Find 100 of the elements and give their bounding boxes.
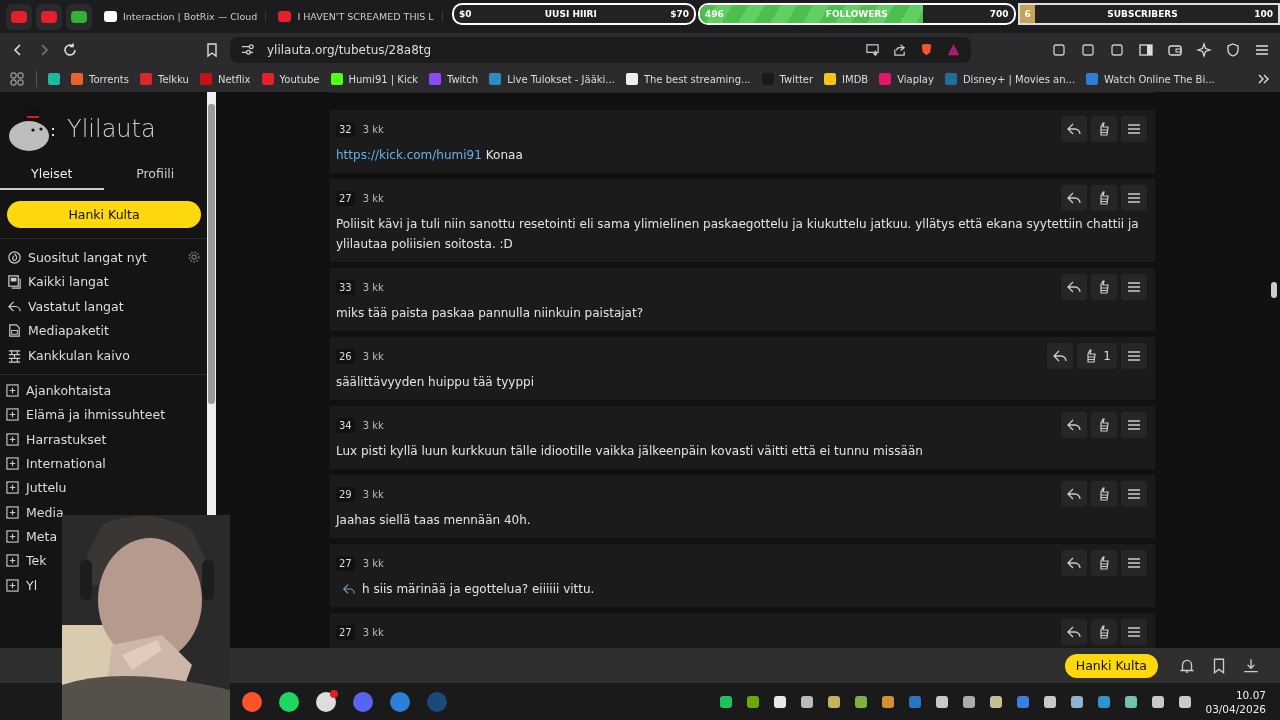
shield-icon[interactable] xyxy=(1225,41,1241,58)
upgrade-button[interactable]: Hanki Kulta xyxy=(1064,653,1158,678)
react-button[interactable]: 1 xyxy=(1077,343,1117,369)
bookmark-link[interactable]: Youtube xyxy=(261,73,320,85)
bookmark-link[interactable]: Disney+ | Movies an... xyxy=(944,73,1076,85)
expand-icon[interactable] xyxy=(6,578,19,592)
category-link[interactable]: Elämä ja ihmissuhteet xyxy=(26,407,166,423)
reply-link-icon[interactable] xyxy=(342,582,356,596)
pinned-tab[interactable] xyxy=(6,3,32,30)
tray-icon[interactable] xyxy=(990,695,1003,708)
tray-icon[interactable] xyxy=(882,695,895,708)
bookmark-link[interactable]: Viaplay xyxy=(879,73,934,85)
reply-button[interactable] xyxy=(1061,116,1087,142)
category-link[interactable]: Media xyxy=(26,504,64,520)
category-link[interactable]: International xyxy=(26,456,106,472)
tray-icon[interactable] xyxy=(747,695,760,708)
bookmark-link[interactable]: IMDB xyxy=(824,73,869,85)
pinned-tab[interactable] xyxy=(66,3,92,30)
tray-icon[interactable] xyxy=(1071,695,1084,708)
category-link[interactable]: Meta xyxy=(26,528,58,544)
post-menu-button[interactable] xyxy=(1121,343,1147,369)
expand-icon[interactable] xyxy=(6,457,19,471)
browser-tab[interactable]: I HAVEN'T SCREAMED THIS L xyxy=(270,11,443,22)
react-button[interactable] xyxy=(1091,274,1117,300)
bookmark-favicon-icon[interactable] xyxy=(48,73,60,85)
react-button[interactable] xyxy=(1091,481,1117,507)
nav-link[interactable]: Kankkulan kaivo xyxy=(28,347,130,363)
post-menu-button[interactable] xyxy=(1121,481,1147,507)
upgrade-button[interactable]: Hanki Kulta xyxy=(7,201,201,228)
react-button[interactable] xyxy=(1091,185,1117,211)
tray-icon[interactable] xyxy=(1179,695,1192,708)
bookmark-icon[interactable] xyxy=(204,41,220,58)
triangle-icon[interactable] xyxy=(946,42,961,57)
expand-icon[interactable] xyxy=(6,408,19,422)
share-icon[interactable] xyxy=(892,42,907,57)
reply-button[interactable] xyxy=(1061,619,1087,645)
post-link[interactable]: https://kick.com/humi91 xyxy=(336,148,482,162)
post-menu-button[interactable] xyxy=(1121,619,1147,645)
tray-icon[interactable] xyxy=(1044,695,1057,708)
post-menu-button[interactable] xyxy=(1121,185,1147,211)
expand-icon[interactable] xyxy=(6,481,19,495)
tray-icon[interactable] xyxy=(936,695,949,708)
site-settings-icon[interactable] xyxy=(240,42,255,57)
download-icon[interactable] xyxy=(1242,656,1260,675)
sidebar-tab[interactable]: Yleiset xyxy=(0,162,104,190)
bookmark-link[interactable]: Humi91 | Kick xyxy=(330,73,418,85)
expand-icon[interactable] xyxy=(6,554,19,568)
post-menu-button[interactable] xyxy=(1121,550,1147,576)
bookmark-link[interactable]: Netflix xyxy=(199,73,251,85)
reply-button[interactable] xyxy=(1047,343,1074,369)
pinned-tab[interactable] xyxy=(36,3,62,30)
reply-button[interactable] xyxy=(1061,550,1087,576)
bookmark-link[interactable]: Telkku xyxy=(140,73,189,85)
scrollbar-thumb[interactable] xyxy=(208,104,215,404)
react-button[interactable] xyxy=(1091,116,1117,142)
expand-icon[interactable] xyxy=(6,384,19,398)
reply-button[interactable] xyxy=(1061,481,1087,507)
react-button[interactable] xyxy=(1091,550,1117,576)
tray-icon[interactable] xyxy=(1125,695,1138,708)
settings-icon[interactable] xyxy=(187,250,201,265)
category-link[interactable]: Ajankohtaista xyxy=(26,383,112,399)
bookmark-link[interactable]: Twitter xyxy=(761,73,814,85)
bookmark-link[interactable]: The best streaming... xyxy=(625,73,751,85)
extension-icon[interactable] xyxy=(1109,41,1125,58)
category-link[interactable]: Tek xyxy=(26,553,47,569)
reply-button[interactable] xyxy=(1061,412,1087,438)
expand-icon[interactable] xyxy=(6,529,19,543)
reply-button[interactable] xyxy=(1061,274,1087,300)
react-button[interactable] xyxy=(1091,619,1117,645)
extension-icon[interactable] xyxy=(1051,41,1067,58)
tray-icon[interactable] xyxy=(774,695,787,708)
tray-icon[interactable] xyxy=(828,695,841,708)
browser-tab[interactable]: Interaction | BotRix — Cloud xyxy=(96,11,267,22)
expand-icon[interactable] xyxy=(6,505,19,519)
install-icon[interactable] xyxy=(865,42,880,57)
react-button[interactable] xyxy=(1091,412,1117,438)
tray-icon[interactable] xyxy=(963,695,976,708)
category-link[interactable]: Harrastukset xyxy=(26,431,107,447)
bookmark-link[interactable]: Torrents xyxy=(71,73,129,85)
tray-icon[interactable] xyxy=(1152,695,1165,708)
tray-icon[interactable] xyxy=(801,695,814,708)
expand-icon[interactable] xyxy=(6,432,19,446)
sidebar-tab[interactable]: Profiili xyxy=(103,162,207,190)
sidebar-icon[interactable] xyxy=(1138,41,1154,58)
tray-icon[interactable] xyxy=(855,695,868,708)
nav-link[interactable]: Suositut langat nyt xyxy=(28,249,147,265)
nav-link[interactable]: Vastatut langat xyxy=(28,298,124,314)
post-menu-button[interactable] xyxy=(1121,116,1147,142)
tray-icon[interactable] xyxy=(720,695,733,708)
nav-link[interactable]: Kaikki langat xyxy=(28,274,109,290)
apps-grid-icon[interactable] xyxy=(9,71,25,87)
clock[interactable]: 10.07 03/04/2026 xyxy=(1205,687,1266,716)
bookmark-link[interactable]: Twitch xyxy=(428,73,479,85)
reload-icon[interactable] xyxy=(62,41,78,58)
bookmark-link[interactable]: Watch Online The Bi... xyxy=(1086,73,1215,85)
post-menu-button[interactable] xyxy=(1121,412,1147,438)
bookmark-link[interactable]: Live Tulokset - Jääki... xyxy=(489,73,615,85)
category-link[interactable]: Juttelu xyxy=(26,480,67,496)
sparkle-icon[interactable] xyxy=(1196,41,1212,58)
extension-icon[interactable] xyxy=(1080,41,1096,58)
